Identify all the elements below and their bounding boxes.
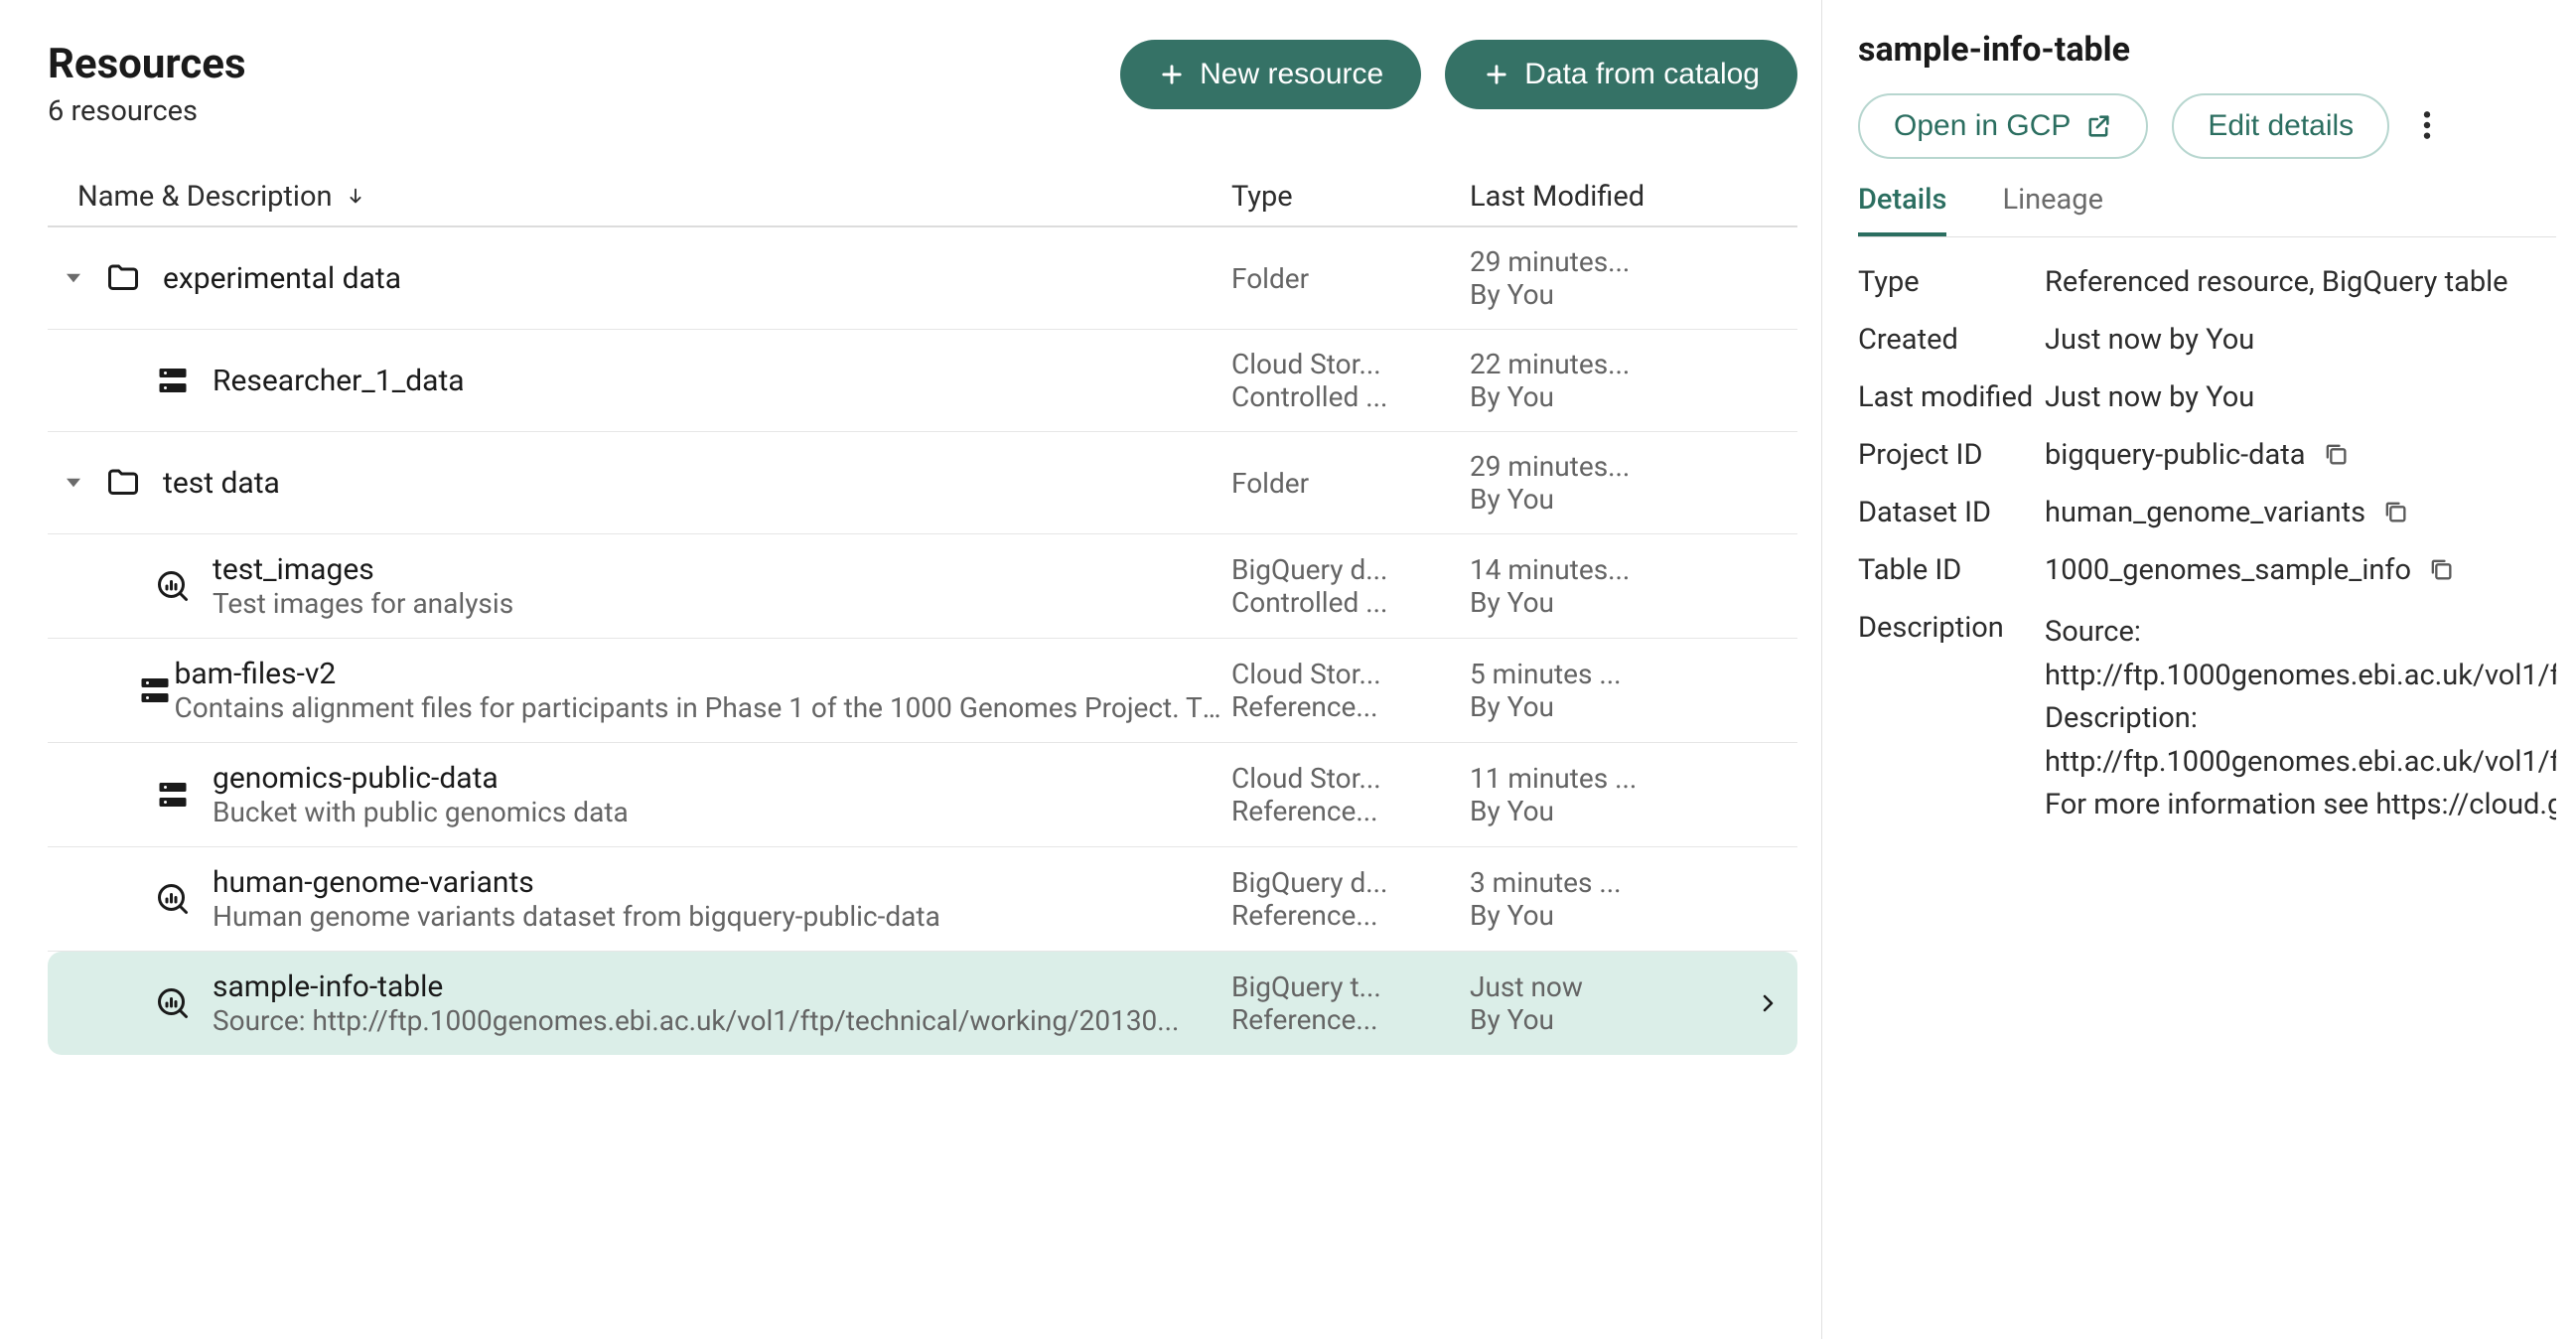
resource-modified: 11 minutes ...By You xyxy=(1470,762,1738,827)
resource-type: BigQuery t...Reference... xyxy=(1231,970,1470,1036)
folder-icon xyxy=(99,260,163,296)
data-from-catalog-button[interactable]: Data from catalog xyxy=(1445,40,1797,109)
detail-dataset-id-label: Dataset ID xyxy=(1858,496,2037,529)
resource-modified: 29 minutes...By You xyxy=(1470,450,1738,516)
copy-dataset-id-button[interactable] xyxy=(2381,498,2409,528)
copy-icon xyxy=(2381,498,2409,525)
copy-icon xyxy=(2322,440,2350,468)
resource-modified: 29 minutes...By You xyxy=(1470,245,1738,311)
resource-type: Cloud Stor...Reference... xyxy=(1231,658,1470,723)
resources-table: Name & Description Type Last Modified ex… xyxy=(48,168,1797,1055)
chevron-right-icon xyxy=(1756,991,1780,1015)
detail-project-id-label: Project ID xyxy=(1858,438,2037,472)
resource-name: experimental data xyxy=(163,261,401,296)
open-in-gcp-button[interactable]: Open in GCP xyxy=(1858,93,2148,159)
new-resource-button[interactable]: New resource xyxy=(1120,40,1421,109)
table-row[interactable]: bam-files-v2Contains alignment files for… xyxy=(48,639,1797,743)
folder-icon xyxy=(99,465,163,501)
resource-type: BigQuery d...Reference... xyxy=(1231,866,1470,932)
detail-project-id-value: bigquery-public-data xyxy=(2045,438,2306,472)
detail-dataset-id-value: human_genome_variants xyxy=(2045,496,2365,529)
more-actions-button[interactable] xyxy=(2413,99,2441,154)
expand-toggle[interactable] xyxy=(48,273,99,283)
resource-description: Contains alignment files for participant… xyxy=(175,691,1232,724)
resource-name: test data xyxy=(163,466,280,501)
column-header-type[interactable]: Type xyxy=(1231,180,1470,214)
table-row[interactable]: human-genome-variantsHuman genome varian… xyxy=(48,847,1797,952)
detail-type-value: Referenced resource, BigQuery table xyxy=(2045,265,2508,299)
resource-name: human-genome-variants xyxy=(213,865,940,900)
resource-type: BigQuery d...Controlled ... xyxy=(1231,553,1470,619)
plus-icon xyxy=(1158,61,1186,88)
bq-icon xyxy=(149,985,213,1021)
detail-table-id-label: Table ID xyxy=(1858,553,2037,587)
tab-lineage[interactable]: Lineage xyxy=(2002,183,2103,236)
plus-icon xyxy=(1483,61,1510,88)
table-row[interactable]: test_imagesTest images for analysis BigQu… xyxy=(48,534,1797,639)
resource-name: genomics-public-data xyxy=(213,761,629,796)
resource-modified: Just nowBy You xyxy=(1470,970,1738,1036)
expand-toggle[interactable] xyxy=(48,478,99,488)
resource-type: Cloud Stor...Controlled ... xyxy=(1231,348,1470,413)
table-row[interactable]: experimental data Folder29 minutes...By Y… xyxy=(48,227,1797,330)
bq-icon xyxy=(149,568,213,604)
resource-name: bam-files-v2 xyxy=(175,657,1232,691)
resource-modified: 22 minutes...By You xyxy=(1470,348,1738,413)
table-row[interactable]: Researcher_1_data Cloud Stor...Controlled… xyxy=(48,330,1797,432)
detail-description-value: Source:http://ftp.1000genomes.ebi.ac.uk/… xyxy=(2045,611,2556,827)
storage-icon xyxy=(131,672,175,708)
resource-modified: 14 minutes...By You xyxy=(1470,553,1738,619)
resource-description: Test images for analysis xyxy=(213,587,513,620)
tab-details[interactable]: Details xyxy=(1858,183,1946,236)
edit-details-button[interactable]: Edit details xyxy=(2172,93,2389,159)
detail-modified-value: Just now by You xyxy=(2045,380,2254,414)
resource-modified: 5 minutes ...By You xyxy=(1470,658,1738,723)
caret-down-icon xyxy=(67,273,80,283)
new-resource-label: New resource xyxy=(1200,58,1383,91)
detail-created-value: Just now by You xyxy=(2045,323,2254,357)
more-vertical-icon xyxy=(2423,109,2431,141)
resource-modified: 3 minutes ...By You xyxy=(1470,866,1738,932)
sort-arrow-down-icon xyxy=(345,186,366,208)
detail-created-label: Created xyxy=(1858,323,2037,357)
resource-type: Folder xyxy=(1231,467,1470,500)
table-row[interactable]: sample-info-tableSource: http://ftp.1000… xyxy=(48,952,1797,1055)
copy-table-id-button[interactable] xyxy=(2427,555,2455,586)
table-row[interactable]: test data Folder29 minutes...By You xyxy=(48,432,1797,534)
resource-type: Cloud Stor...Reference... xyxy=(1231,762,1470,827)
detail-table-id-value: 1000_genomes_sample_info xyxy=(2045,553,2411,587)
detail-type-label: Type xyxy=(1858,265,2037,299)
copy-project-id-button[interactable] xyxy=(2322,440,2350,471)
resource-name: sample-info-table xyxy=(213,969,1179,1004)
resource-description: Human genome variants dataset from bigqu… xyxy=(213,900,940,933)
page-title: Resources xyxy=(48,40,1120,88)
sidebar-title: sample-info-table xyxy=(1858,30,2556,70)
resource-name: Researcher_1_data xyxy=(213,364,465,398)
bq-icon xyxy=(149,881,213,917)
caret-down-icon xyxy=(67,478,80,488)
column-header-modified[interactable]: Last Modified xyxy=(1470,180,1738,214)
resource-type: Folder xyxy=(1231,262,1470,295)
storage-icon xyxy=(149,363,213,398)
storage-icon xyxy=(149,777,213,813)
detail-description-label: Description xyxy=(1858,611,2037,645)
table-row[interactable]: genomics-public-dataBucket with public g… xyxy=(48,743,1797,847)
resource-count: 6 resources xyxy=(48,94,1120,128)
open-external-icon xyxy=(2084,112,2112,140)
detail-modified-label: Last modified xyxy=(1858,380,2037,414)
resource-description: Source: http://ftp.1000genomes.ebi.ac.uk… xyxy=(213,1004,1179,1037)
resource-name: test_images xyxy=(213,552,513,587)
column-header-name[interactable]: Name & Description xyxy=(48,180,1231,214)
copy-icon xyxy=(2427,555,2455,583)
details-sidebar: sample-info-table Open in GCP Edit detai… xyxy=(1821,0,2576,1339)
resource-description: Bucket with public genomics data xyxy=(213,796,629,828)
data-from-catalog-label: Data from catalog xyxy=(1524,58,1760,91)
